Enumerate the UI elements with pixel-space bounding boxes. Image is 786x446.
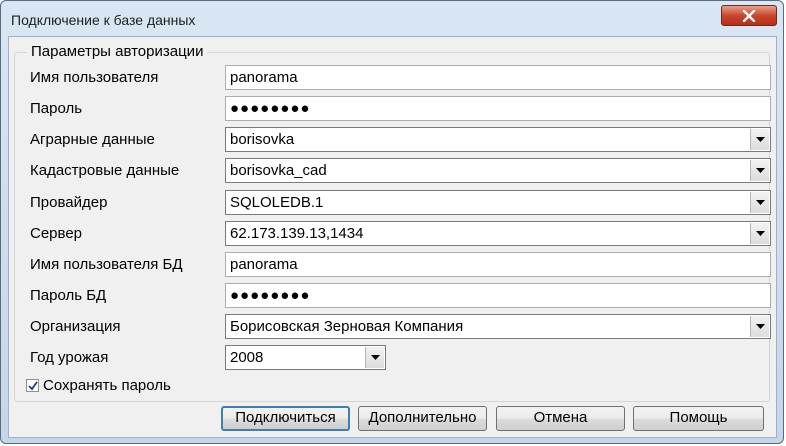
dialog-body: Параметры авторизации Имя пользователя p…	[8, 36, 777, 438]
db-password-value: ●●●●●●●●	[230, 287, 311, 304]
organization-select[interactable]: Борисовская Зерновая Компания	[225, 314, 771, 339]
chevron-down-icon[interactable]	[750, 129, 769, 150]
password-value: ●●●●●●●●	[230, 100, 311, 117]
cadastral-data-select[interactable]: borisovka_cad	[225, 158, 771, 183]
agrarian-data-label: Аграрные данные	[30, 131, 155, 148]
organization-value: Борисовская Зерновая Компания	[230, 318, 464, 335]
save-password-label[interactable]: Сохранять пароль	[43, 377, 171, 394]
auth-params-group: Параметры авторизации Имя пользователя p…	[14, 43, 771, 402]
save-password-checkbox[interactable]	[26, 379, 39, 392]
title-bar[interactable]: Подключение к базе данных	[1, 1, 783, 37]
cadastral-data-value: borisovka_cad	[230, 162, 327, 179]
organization-label: Организация	[30, 318, 121, 335]
password-input[interactable]: ●●●●●●●●	[225, 96, 771, 121]
chevron-down-icon[interactable]	[365, 347, 384, 368]
db-password-input[interactable]: ●●●●●●●●	[225, 283, 771, 308]
db-username-input[interactable]: panorama	[225, 252, 771, 277]
help-button[interactable]: Помощь	[633, 406, 764, 431]
close-button[interactable]	[721, 5, 777, 26]
chevron-down-icon[interactable]	[750, 223, 769, 244]
provider-value: SQLOLEDB.1	[230, 194, 324, 211]
username-input[interactable]: panorama	[225, 65, 771, 90]
db-username-value: panorama	[230, 256, 298, 273]
chevron-down-icon[interactable]	[750, 316, 769, 337]
cancel-button[interactable]: Отмена	[496, 406, 625, 431]
window-title: Подключение к базе данных	[11, 12, 196, 28]
connect-button[interactable]: Подключиться	[221, 406, 350, 431]
db-password-label: Пароль БД	[30, 287, 107, 304]
advanced-button[interactable]: Дополнительно	[358, 406, 487, 431]
harvest-year-label: Год урожая	[30, 349, 109, 366]
harvest-year-value: 2008	[230, 349, 264, 366]
chevron-down-icon[interactable]	[750, 192, 769, 213]
chevron-down-icon[interactable]	[750, 160, 769, 181]
server-value: 62.173.139.13,1434	[230, 225, 364, 242]
close-icon	[742, 10, 756, 22]
server-label: Сервер	[30, 225, 83, 242]
password-label: Пароль	[30, 100, 83, 117]
agrarian-data-select[interactable]: borisovka	[225, 127, 771, 152]
db-username-label: Имя пользователя БД	[30, 256, 183, 273]
username-label: Имя пользователя	[30, 69, 159, 86]
provider-select[interactable]: SQLOLEDB.1	[225, 190, 771, 215]
provider-label: Провайдер	[30, 194, 108, 211]
dialog-window: Подключение к базе данных Параметры авто…	[0, 0, 784, 444]
agrarian-data-value: borisovka	[230, 131, 295, 148]
server-select[interactable]: 62.173.139.13,1434	[225, 221, 771, 246]
group-legend: Параметры авторизации	[27, 43, 208, 60]
username-value: panorama	[230, 69, 298, 86]
cadastral-data-label: Кадастровые данные	[30, 162, 180, 179]
checkmark-icon	[28, 381, 38, 391]
harvest-year-select[interactable]: 2008	[225, 345, 386, 370]
